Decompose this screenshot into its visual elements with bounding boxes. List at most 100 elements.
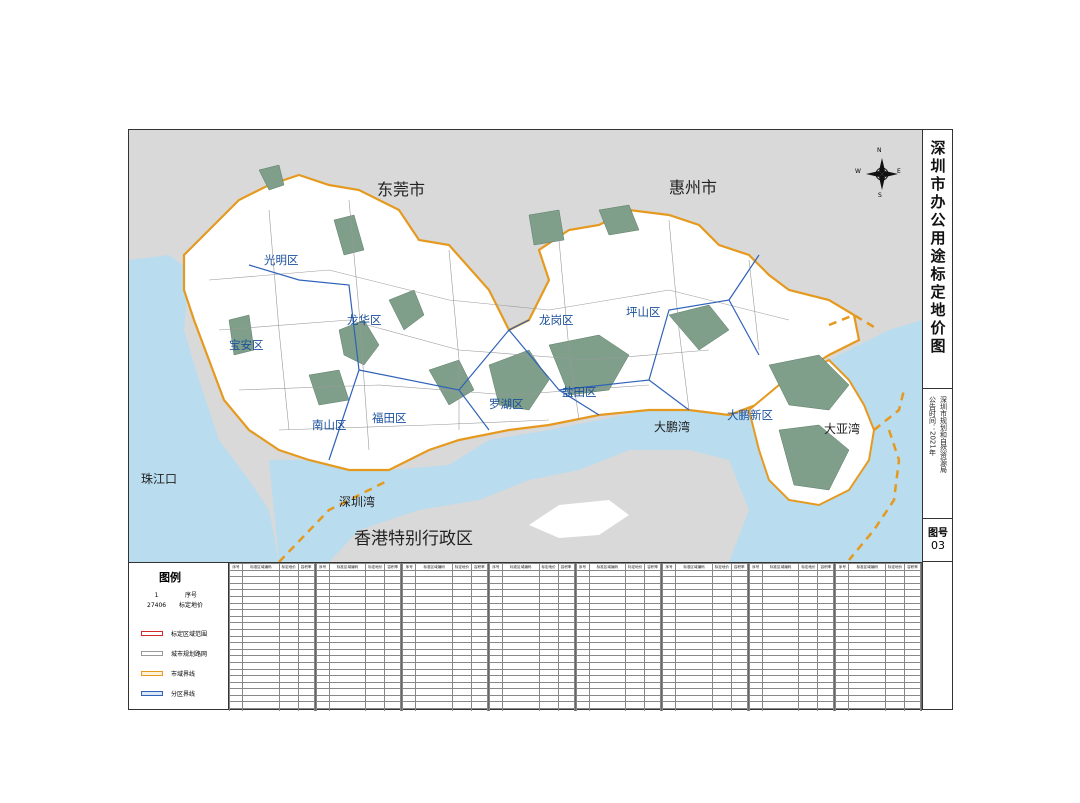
table-cell xyxy=(384,642,402,650)
table-cell xyxy=(798,595,819,604)
price-table-column: 序号 标准区域编码 标定地价 容积率 xyxy=(315,563,403,711)
table-row xyxy=(835,589,921,597)
table-row xyxy=(748,615,835,624)
table-row xyxy=(748,655,835,663)
table-cell xyxy=(557,595,575,604)
table-cell xyxy=(297,681,315,690)
table-cell xyxy=(451,589,472,597)
table-cell xyxy=(644,595,662,604)
table-cell xyxy=(761,642,800,650)
label-shenzhen-bay: 深圳湾 xyxy=(339,495,376,509)
table-cell xyxy=(675,661,713,670)
table-cell xyxy=(798,622,819,630)
table-cell xyxy=(501,681,540,690)
table-cell xyxy=(402,648,417,657)
table-cell xyxy=(451,655,472,663)
table-cell xyxy=(242,595,280,604)
table-cell xyxy=(625,701,646,710)
legend-item-road: 城市规划路网 xyxy=(141,649,207,658)
table-cell xyxy=(625,708,646,711)
table-cell xyxy=(470,622,488,630)
table-cell xyxy=(297,635,315,644)
table-cell xyxy=(470,661,488,670)
table-cell xyxy=(575,668,590,677)
table-cell xyxy=(451,688,472,696)
road-swatch-icon xyxy=(141,651,163,656)
table-row xyxy=(662,609,748,617)
table-row xyxy=(488,635,575,644)
table-cell xyxy=(662,628,677,637)
label-longgang: 龙岗区 xyxy=(539,313,574,327)
table-cell xyxy=(835,708,850,711)
announce-date: 公告时间：2021年 xyxy=(928,396,937,456)
table-cell xyxy=(675,582,713,591)
table-cell xyxy=(315,615,330,624)
table-cell xyxy=(328,589,367,597)
table-cell xyxy=(538,655,559,663)
table-cell xyxy=(278,642,299,650)
table-cell xyxy=(242,582,280,591)
table-cell xyxy=(501,622,540,630)
table-cell xyxy=(278,708,299,711)
table-cell xyxy=(798,708,819,711)
table-cell xyxy=(711,681,732,690)
table-cell xyxy=(557,602,575,611)
table-cell xyxy=(817,622,835,630)
table-cell xyxy=(730,622,748,630)
table-cell xyxy=(315,602,330,611)
figure-number-cell: 图号 03 xyxy=(923,518,953,562)
table-cell xyxy=(662,661,677,670)
table-cell xyxy=(662,635,677,644)
table-cell xyxy=(242,622,280,630)
table-header-cell: 序号 xyxy=(662,563,677,571)
table-row xyxy=(575,609,662,617)
table-cell xyxy=(711,688,732,696)
table-cell xyxy=(538,615,559,624)
table-cell xyxy=(711,635,732,644)
table-cell xyxy=(470,642,488,650)
table-cell xyxy=(402,701,417,710)
table-cell xyxy=(488,661,503,670)
table-cell xyxy=(451,569,472,578)
table-cell xyxy=(817,688,835,696)
table-cell xyxy=(748,648,763,657)
table-cell xyxy=(662,694,677,703)
table-header-cell: 标定地价 xyxy=(538,563,559,571)
table-cell xyxy=(711,569,732,578)
table-row xyxy=(488,602,575,611)
table-cell xyxy=(748,708,763,711)
table-cell xyxy=(625,648,646,657)
table-cell xyxy=(588,569,627,578)
table-cell xyxy=(278,589,299,597)
table-cell xyxy=(229,589,243,597)
table-cell xyxy=(415,622,453,630)
table-cell xyxy=(817,661,835,670)
table-cell xyxy=(848,635,887,644)
table-row xyxy=(748,694,835,703)
table-cell xyxy=(384,582,402,591)
table-cell xyxy=(798,628,819,637)
table-cell xyxy=(365,701,386,710)
table-cell xyxy=(761,576,800,584)
table-cell xyxy=(798,668,819,677)
table-cell xyxy=(675,694,713,703)
table-cell xyxy=(297,602,315,611)
table-cell xyxy=(798,681,819,690)
table-cell xyxy=(538,688,559,696)
table-cell xyxy=(538,602,559,611)
table-cell xyxy=(730,642,748,650)
table-cell xyxy=(557,628,575,637)
table-cell xyxy=(730,569,748,578)
table-cell xyxy=(242,635,280,644)
table-cell xyxy=(297,582,315,591)
table-cell xyxy=(278,628,299,637)
table-cell xyxy=(588,708,627,711)
table-cell xyxy=(848,569,887,578)
table-cell xyxy=(748,635,763,644)
table-cell xyxy=(644,609,662,617)
table-cell xyxy=(501,569,540,578)
table-cell xyxy=(748,642,763,650)
table-cell xyxy=(575,648,590,657)
table-row xyxy=(748,681,835,690)
table-cell xyxy=(328,668,367,677)
